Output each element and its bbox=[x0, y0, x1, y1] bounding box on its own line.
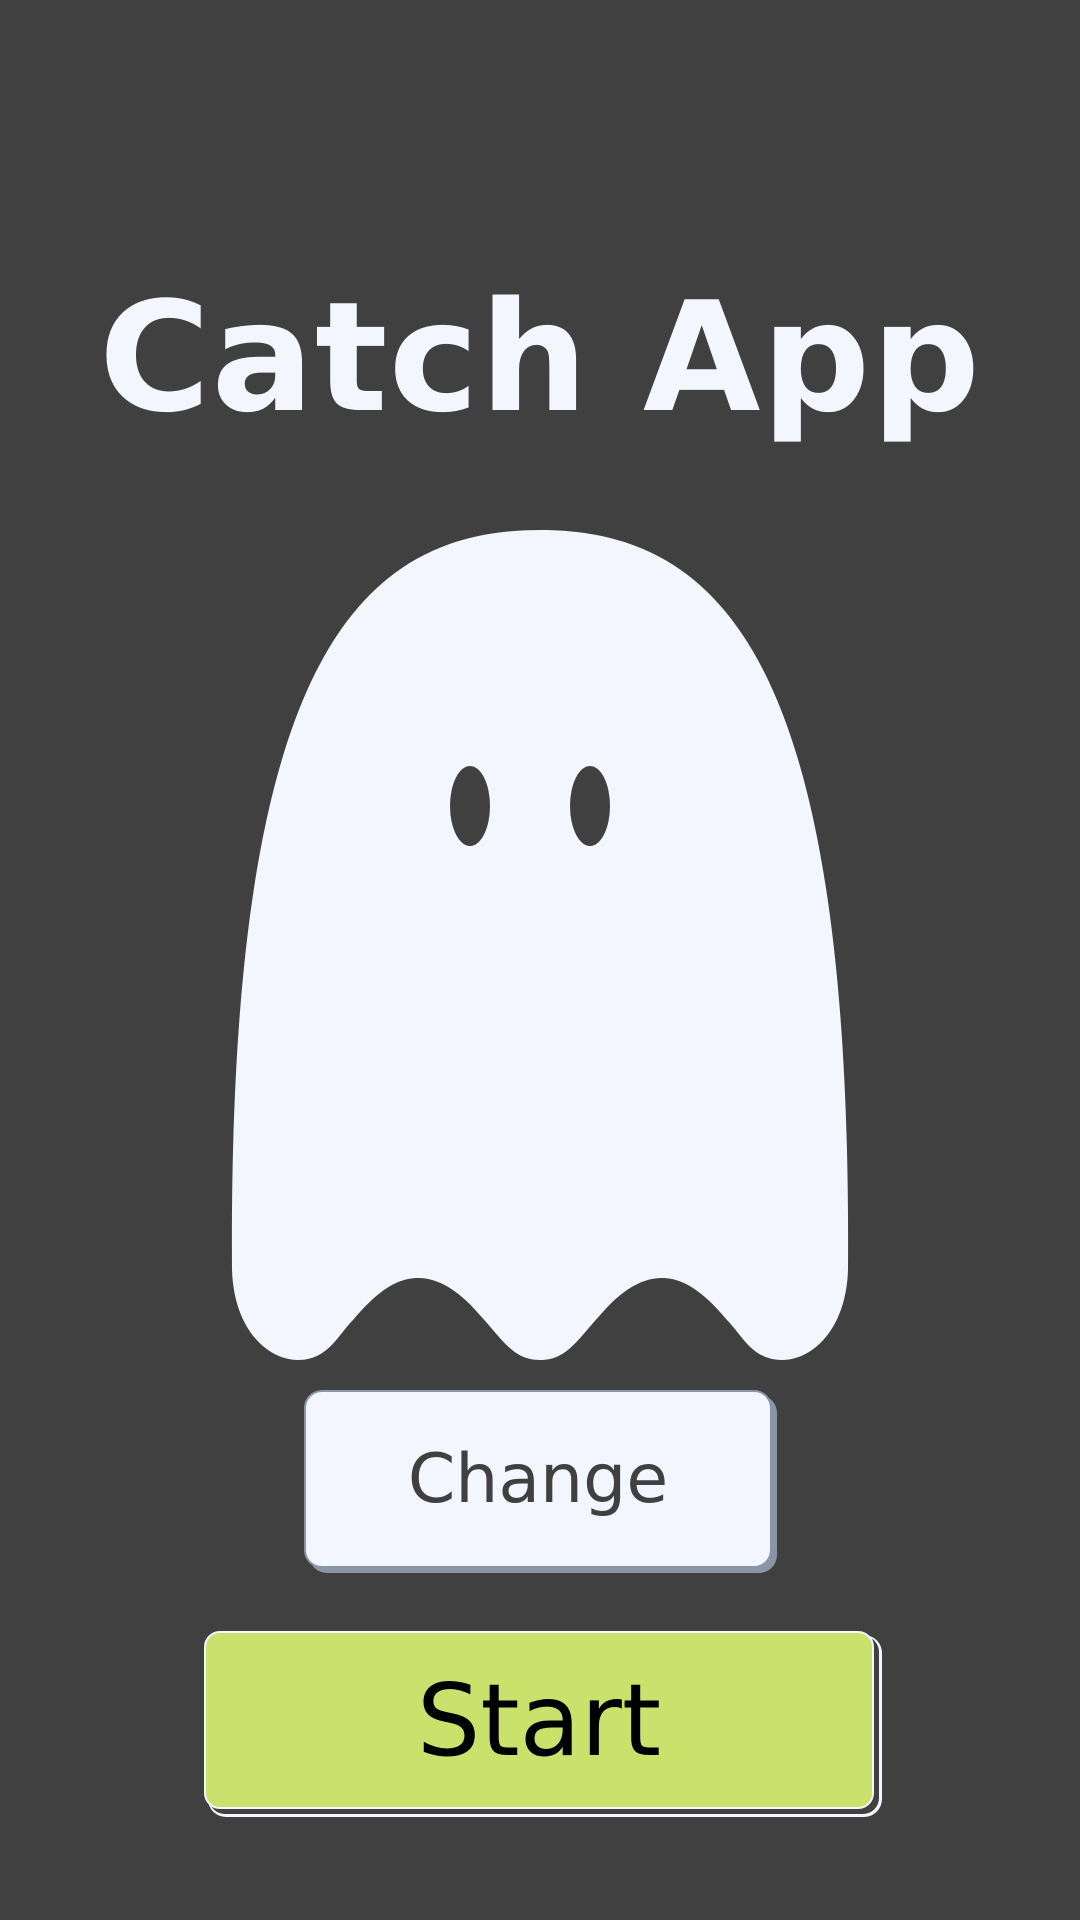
change-button[interactable]: Change bbox=[304, 1390, 772, 1568]
ghost-body bbox=[231, 530, 849, 1360]
ghost-icon bbox=[231, 530, 849, 1360]
ghost-left-eye bbox=[450, 766, 490, 846]
start-button-label: Start bbox=[416, 1661, 662, 1779]
ghost-right-eye bbox=[570, 766, 610, 846]
start-button[interactable]: Start bbox=[204, 1631, 874, 1809]
app-title: Catch App bbox=[98, 269, 982, 446]
change-button-label: Change bbox=[407, 1439, 669, 1519]
